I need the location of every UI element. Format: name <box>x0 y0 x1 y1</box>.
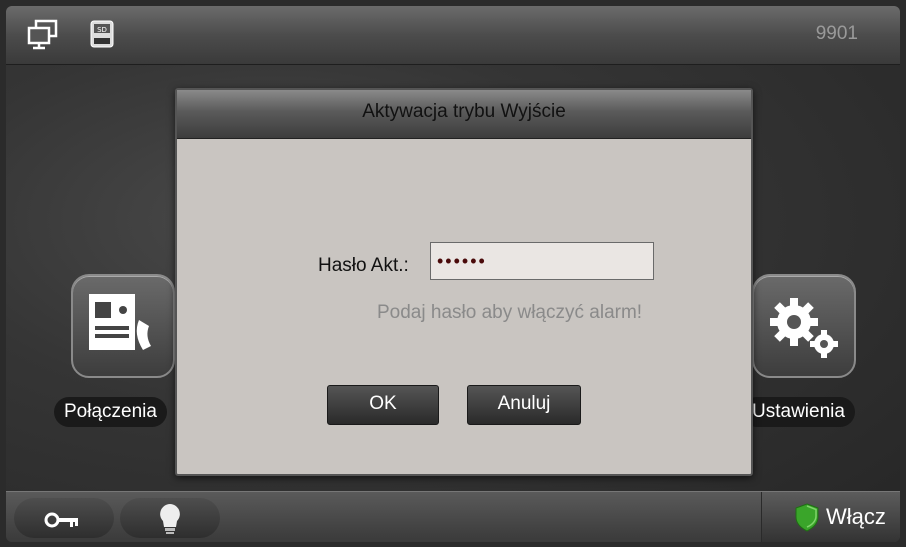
bottom-bar: Włącz <box>6 491 900 542</box>
key-icon <box>44 512 78 528</box>
password-input[interactable]: •••••• <box>430 242 654 280</box>
calls-tile[interactable] <box>71 274 175 378</box>
gears-icon <box>770 298 838 358</box>
arm-button[interactable]: Włącz <box>761 492 900 542</box>
arm-label: Włącz <box>826 504 886 529</box>
key-button[interactable] <box>14 498 114 538</box>
sd-card-icon: SD <box>90 20 114 48</box>
light-bulb-icon <box>160 504 180 534</box>
cancel-button[interactable]: Anuluj <box>467 385 581 425</box>
password-label: Hasło Akt.: <box>318 255 409 276</box>
shield-icon <box>795 503 819 532</box>
calls-tile-label[interactable]: Połączenia <box>54 397 167 427</box>
ok-button[interactable]: OK <box>327 385 439 425</box>
password-hint: Podaj hasło aby włączyć alarm! <box>377 302 643 323</box>
light-button[interactable] <box>120 498 220 538</box>
dialog-title: Aktywacja trybu Wyjście <box>177 90 751 139</box>
settings-tile[interactable] <box>752 274 856 378</box>
intercom-call-icon <box>89 294 151 350</box>
exit-mode-dialog: Aktywacja trybu Wyjście Hasło Akt.: ••••… <box>175 88 753 476</box>
settings-tile-label[interactable]: Ustawienia <box>742 397 855 427</box>
intercom-screen: SD 9901 Połączenia Ustawienia Włącz Akty… <box>6 6 900 542</box>
svg-text:SD: SD <box>97 26 107 34</box>
room-number: 9901 <box>815 23 858 44</box>
top-status-bar: SD 9901 <box>6 6 900 65</box>
monitor-icon[interactable] <box>26 18 60 50</box>
